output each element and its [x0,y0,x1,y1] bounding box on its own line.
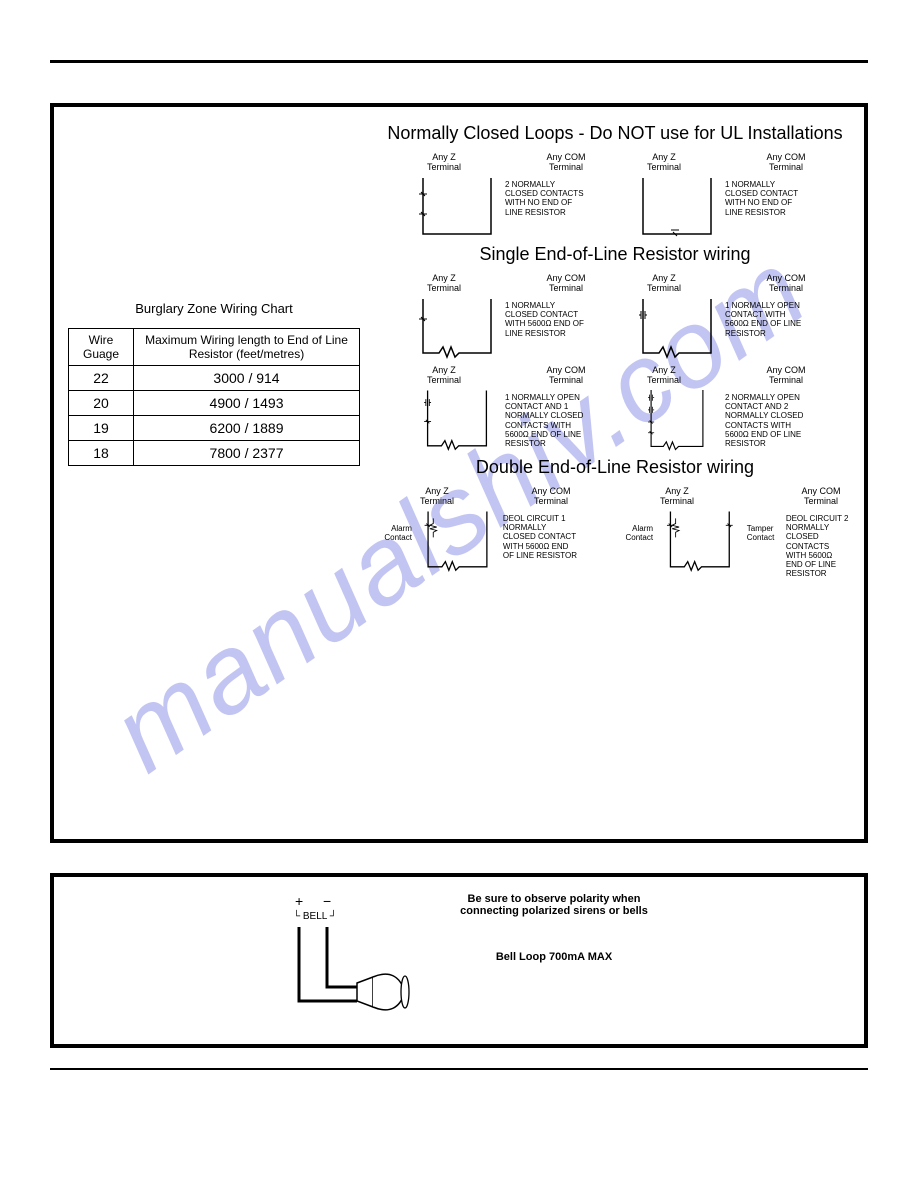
table-header-row: Wire Guage Maximum Wiring length to End … [69,329,360,366]
diagram-desc: 1 NORMALLY CLOSED CONTACT WITH 5600Ω END… [505,295,587,338]
bottom-rule [50,1068,868,1070]
right-column: Normally Closed Loops - Do NOT use for U… [380,121,850,825]
diagram-desc: 1 NORMALLY OPEN CONTACT AND 1 NORMALLY C… [505,387,587,448]
schematic-icon [635,387,719,451]
seol-diagram-2: Any Z TerminalAny COM Terminal 1 NORMALL… [635,273,815,359]
bell-loop-label: Bell Loop 700mA MAX [449,951,659,963]
schematic-icon [635,174,719,238]
col-length: Maximum Wiring length to End of Line Res… [134,329,360,366]
nc-diagram-1: Any Z TerminalAny COM Terminal 2 NORMALL… [415,152,595,238]
side-label: Alarm Contact [380,508,412,542]
chart-title: Burglary Zone Wiring Chart [68,301,360,316]
diagram-desc: 2 NORMALLY CLOSED CONTACTS WITH NO END O… [505,174,587,217]
wiring-panel: manualshiv.com Burglary Zone Wiring Char… [50,103,868,843]
bell-panel: + − └ BELL ┘ Be sure to observe polarity… [50,873,868,1048]
diagram-desc: 1 NORMALLY CLOSED CONTACT WITH NO END OF… [725,174,807,217]
page: manualshiv.com Burglary Zone Wiring Char… [0,0,918,1188]
diagram-desc: DEOL CIRCUIT 2 NORMALLY CLOSED CONTACTS … [786,508,850,578]
bell-schematic-icon [259,911,439,1021]
section-nc-title: Normally Closed Loops - Do NOT use for U… [380,123,850,144]
deol-diagram-1: Any Z TerminalAny COM Terminal Alarm Con… [380,486,580,578]
deol-diagram-2: Any Z TerminalAny COM Terminal Alarm Con… [620,486,850,578]
table-row: 187800 / 2377 [69,441,360,466]
wiring-chart-table: Wire Guage Maximum Wiring length to End … [68,328,360,466]
schematic-icon [659,508,741,572]
minus-label: − [323,893,331,909]
side-label-2: Tamper Contact [747,508,780,542]
top-rule [50,60,868,63]
polarity-note: Be sure to observe polarity when connect… [449,893,659,917]
table-row: 196200 / 1889 [69,416,360,441]
section-seol-title: Single End-of-Line Resistor wiring [380,244,850,265]
side-label: Alarm Contact [620,508,653,542]
schematic-icon [415,387,499,451]
plus-label: + [295,893,303,909]
col-gauge: Wire Guage [69,329,134,366]
schematic-icon [415,295,499,359]
schematic-icon [635,295,719,359]
diagram-desc: 2 NORMALLY OPEN CONTACT AND 2 NORMALLY C… [725,387,807,448]
section-deol-title: Double End-of-Line Resistor wiring [380,457,850,478]
seol-diagram-4: Any Z TerminalAny COM Terminal 2 NORMALL… [635,365,815,451]
schematic-icon [418,508,497,572]
nc-diagram-2: Any Z TerminalAny COM Terminal 1 NORMALL… [635,152,815,238]
bell-text-column: Be sure to observe polarity when connect… [449,893,659,963]
table-row: 204900 / 1493 [69,391,360,416]
diagram-desc: DEOL CIRCUIT 1 NORMALLY CLOSED CONTACT W… [503,508,580,560]
seol-diagram-1: Any Z TerminalAny COM Terminal 1 NORMALL… [415,273,595,359]
left-column: Burglary Zone Wiring Chart Wire Guage Ma… [68,121,360,825]
diagram-desc: 1 NORMALLY OPEN CONTACT WITH 5600Ω END O… [725,295,807,338]
seol-diagram-3: Any Z TerminalAny COM Terminal 1 NORMALL… [415,365,595,451]
table-row: 223000 / 914 [69,366,360,391]
bell-diagram: + − └ BELL ┘ [259,893,439,1023]
schematic-icon [415,174,499,238]
